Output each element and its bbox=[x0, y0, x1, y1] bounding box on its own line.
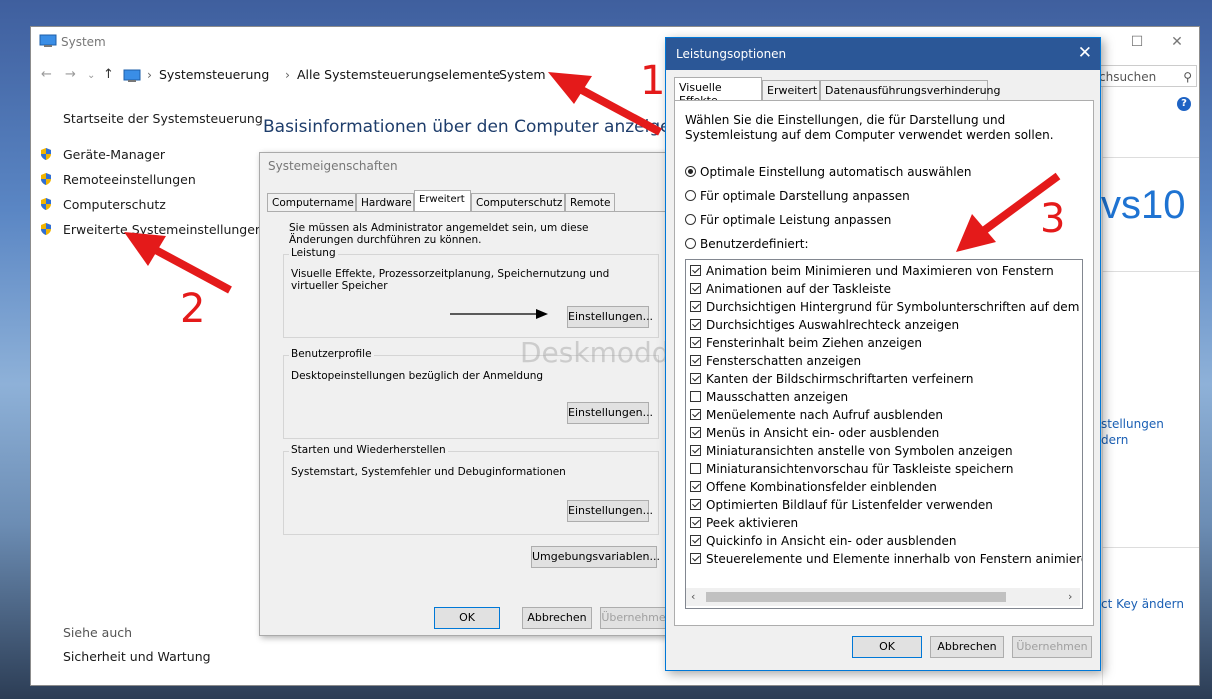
annotation-layer bbox=[124, 72, 1061, 319]
annotation-arrow-2 bbox=[124, 232, 232, 294]
annotation-number-1: 1 bbox=[640, 58, 666, 104]
annotation-small-arrow bbox=[450, 309, 548, 319]
annotation-number-3: 3 bbox=[1040, 196, 1066, 242]
annotation-number-2: 2 bbox=[180, 286, 206, 332]
